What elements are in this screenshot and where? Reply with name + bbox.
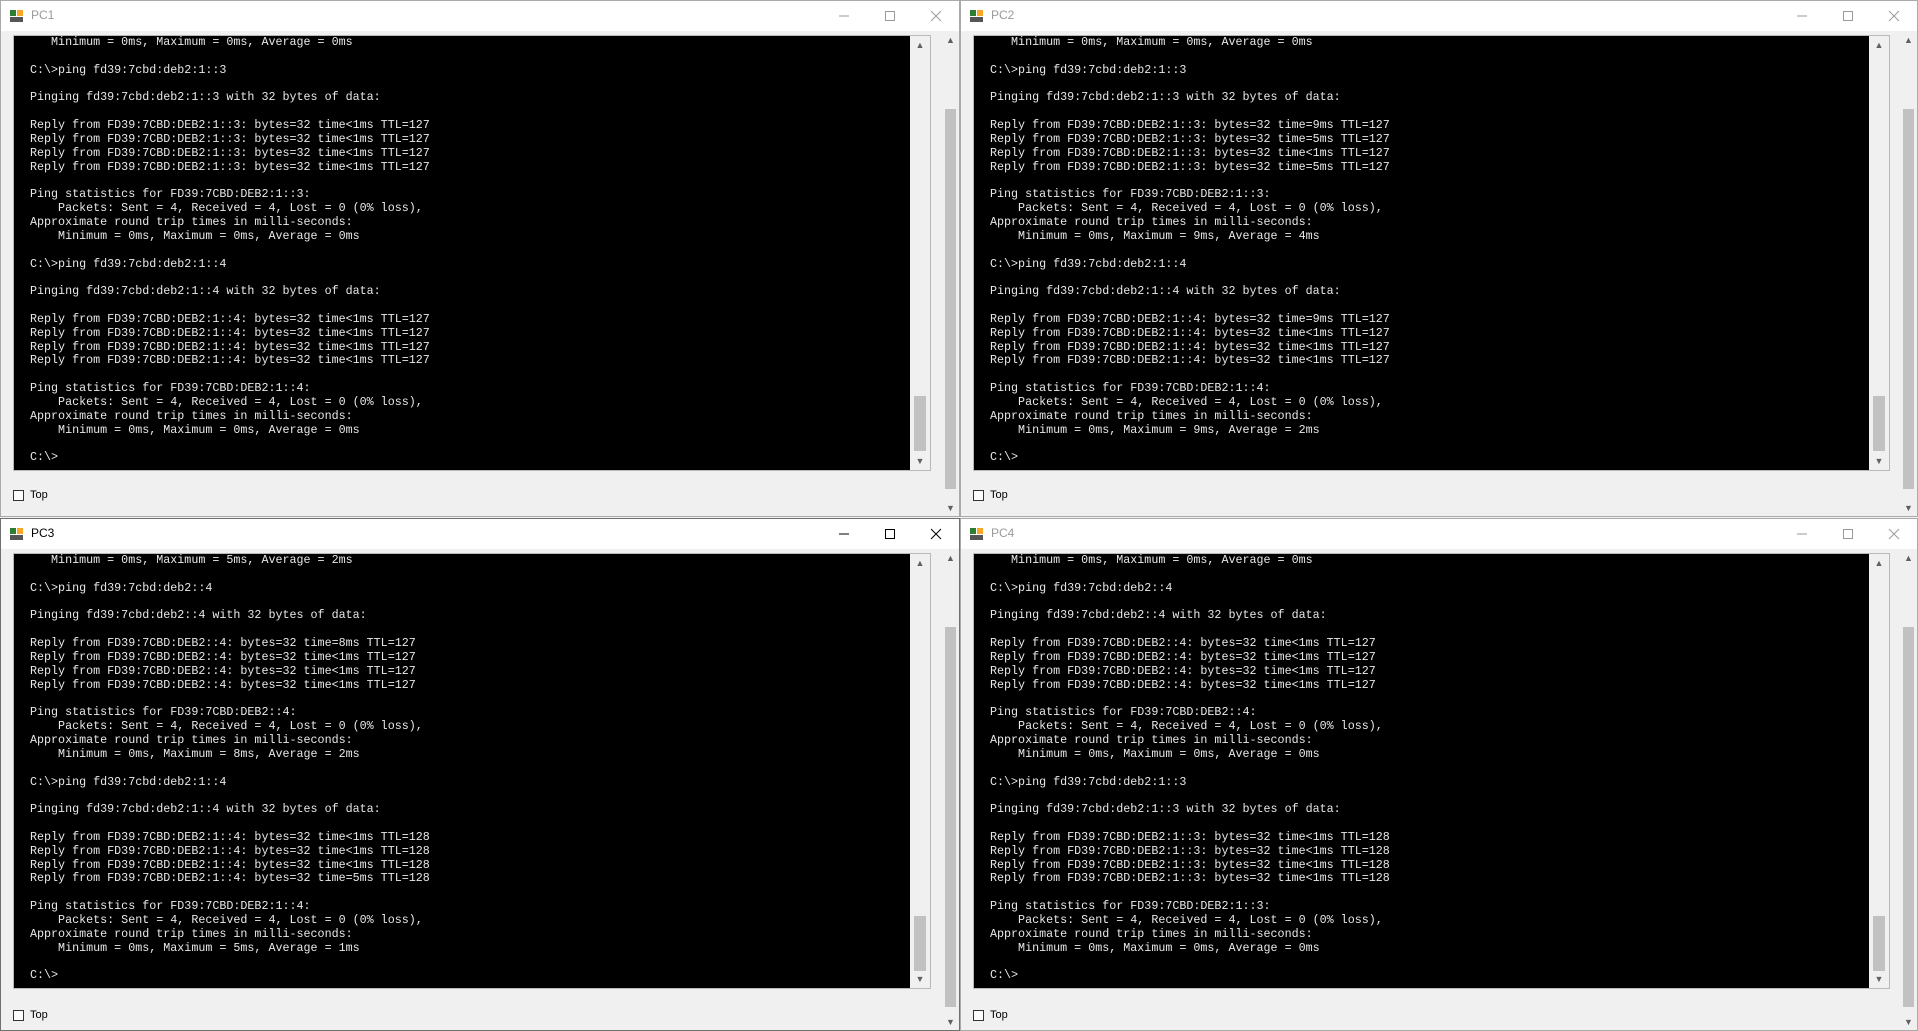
scroll-thumb[interactable]: [1903, 109, 1914, 489]
window-title: PC2: [991, 8, 1015, 22]
scroll-thumb[interactable]: [1873, 916, 1885, 971]
scroll-thumb[interactable]: [945, 627, 956, 1007]
title-bar[interactable]: PC1: [1, 1, 959, 31]
scroll-up-icon[interactable]: ▲: [910, 36, 930, 54]
terminal-scrollbar[interactable]: ▲ ▼: [910, 554, 930, 988]
top-checkbox-label: Top: [990, 1009, 1008, 1021]
title-bar[interactable]: PC3: [1, 519, 959, 549]
terminal-text: Minimum = 0ms, Maximum = 5ms, Average = …: [30, 554, 430, 983]
packet-tracer-pc-icon: [970, 528, 983, 540]
top-checkbox-label: Top: [30, 1009, 48, 1021]
scroll-up-icon[interactable]: ▲: [1900, 31, 1917, 48]
terminal-scrollbar[interactable]: ▲ ▼: [1869, 554, 1889, 988]
minimize-icon[interactable]: [821, 519, 867, 549]
window-title: PC1: [31, 8, 55, 22]
close-icon[interactable]: [1871, 1, 1917, 31]
command-prompt-output[interactable]: Minimum = 0ms, Maximum = 0ms, Average = …: [14, 36, 910, 470]
scroll-down-icon[interactable]: ▼: [942, 1013, 959, 1030]
scroll-down-icon[interactable]: ▼: [942, 499, 959, 516]
close-icon[interactable]: [913, 1, 959, 31]
scroll-thumb[interactable]: [914, 396, 926, 451]
top-toggle[interactable]: Top: [13, 1006, 48, 1024]
top-toggle[interactable]: Top: [13, 486, 48, 504]
top-checkbox-label: Top: [990, 489, 1008, 501]
top-toggle[interactable]: Top: [973, 486, 1008, 504]
top-checkbox[interactable]: [13, 1009, 24, 1021]
scroll-up-icon[interactable]: ▲: [1869, 36, 1889, 54]
window-scrollbar[interactable]: ▲ ▼: [1900, 549, 1917, 1030]
scroll-up-icon[interactable]: ▲: [910, 554, 930, 572]
scroll-down-icon[interactable]: ▼: [1900, 499, 1917, 516]
close-icon[interactable]: [1871, 519, 1917, 549]
close-icon[interactable]: [913, 519, 959, 549]
pc2-window: PC2 Minimum = 0ms, Maximum = 0ms, Averag…: [960, 0, 1918, 517]
command-prompt-output[interactable]: Minimum = 0ms, Maximum = 0ms, Average = …: [974, 36, 1869, 470]
scroll-up-icon[interactable]: ▲: [1900, 549, 1917, 566]
top-checkbox-label: Top: [30, 489, 48, 501]
packet-tracer-pc-icon: [970, 10, 983, 22]
scroll-thumb[interactable]: [1873, 396, 1885, 451]
scroll-up-icon[interactable]: ▲: [942, 31, 959, 48]
top-checkbox[interactable]: [973, 1009, 984, 1021]
minimize-icon[interactable]: [821, 1, 867, 31]
scroll-down-icon[interactable]: ▼: [1900, 1013, 1917, 1030]
terminal-scrollbar[interactable]: ▲ ▼: [1869, 36, 1889, 470]
scroll-down-icon[interactable]: ▼: [910, 970, 930, 988]
window-scrollbar[interactable]: ▲ ▼: [942, 31, 959, 516]
packet-tracer-pc-icon: [10, 528, 23, 540]
maximize-icon[interactable]: [867, 1, 913, 31]
window-title: PC4: [991, 526, 1015, 540]
title-bar[interactable]: PC4: [961, 519, 1917, 549]
top-checkbox[interactable]: [973, 489, 984, 501]
terminal-panel: Minimum = 0ms, Maximum = 0ms, Average = …: [13, 35, 931, 471]
window-scrollbar[interactable]: ▲ ▼: [1900, 31, 1917, 516]
scroll-thumb[interactable]: [914, 916, 926, 971]
top-toggle[interactable]: Top: [973, 1006, 1008, 1024]
maximize-icon[interactable]: [1825, 519, 1871, 549]
title-bar[interactable]: PC2: [961, 1, 1917, 31]
pc1-window: PC1 Minimum = 0ms, Maximum = 0ms, Averag…: [0, 0, 960, 517]
terminal-panel: Minimum = 0ms, Maximum = 0ms, Average = …: [973, 553, 1890, 989]
scroll-down-icon[interactable]: ▼: [910, 452, 930, 470]
terminal-text: Minimum = 0ms, Maximum = 0ms, Average = …: [990, 554, 1390, 983]
maximize-icon[interactable]: [867, 519, 913, 549]
command-prompt-output[interactable]: Minimum = 0ms, Maximum = 0ms, Average = …: [974, 554, 1869, 988]
scroll-thumb[interactable]: [1903, 627, 1914, 1007]
terminal-panel: Minimum = 0ms, Maximum = 0ms, Average = …: [973, 35, 1890, 471]
pc4-window: PC4 Minimum = 0ms, Maximum = 0ms, Averag…: [960, 518, 1918, 1031]
terminal-scrollbar[interactable]: ▲ ▼: [910, 36, 930, 470]
pc3-window: PC3 Minimum = 0ms, Maximum = 5ms, Averag…: [0, 518, 960, 1031]
terminal-text: Minimum = 0ms, Maximum = 0ms, Average = …: [30, 36, 430, 465]
minimize-icon[interactable]: [1779, 519, 1825, 549]
terminal-text: Minimum = 0ms, Maximum = 0ms, Average = …: [990, 36, 1390, 465]
window-title: PC3: [31, 526, 55, 540]
top-checkbox[interactable]: [13, 489, 24, 501]
minimize-icon[interactable]: [1779, 1, 1825, 31]
scroll-thumb[interactable]: [945, 109, 956, 489]
scroll-down-icon[interactable]: ▼: [1869, 452, 1889, 470]
window-scrollbar[interactable]: ▲ ▼: [942, 549, 959, 1030]
command-prompt-output[interactable]: Minimum = 0ms, Maximum = 5ms, Average = …: [14, 554, 910, 988]
scroll-up-icon[interactable]: ▲: [942, 549, 959, 566]
scroll-down-icon[interactable]: ▼: [1869, 970, 1889, 988]
terminal-panel: Minimum = 0ms, Maximum = 5ms, Average = …: [13, 553, 931, 989]
packet-tracer-pc-icon: [10, 10, 23, 22]
scroll-up-icon[interactable]: ▲: [1869, 554, 1889, 572]
maximize-icon[interactable]: [1825, 1, 1871, 31]
